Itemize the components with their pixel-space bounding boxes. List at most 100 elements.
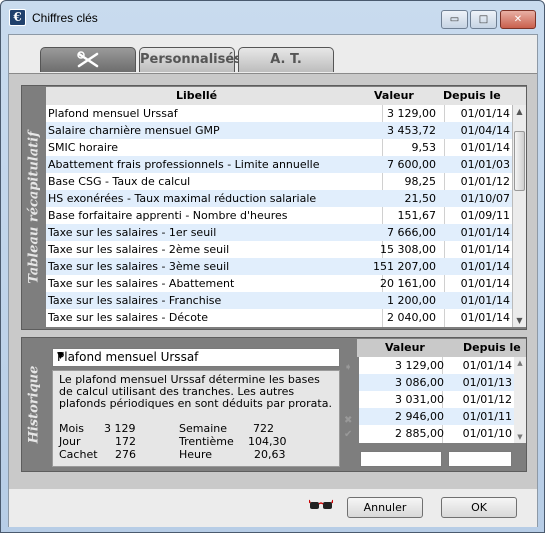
table-row[interactable]: Salaire charnière mensuel GMP 3 453,72 01/… (46, 122, 512, 139)
table-row[interactable]: Taxe sur les salaires - Franchise 1 200,0… (46, 292, 512, 309)
table-row[interactable]: HS exonérées - Taux maximal réduction sa… (46, 190, 512, 207)
cell-value: 15 308,00 (380, 243, 436, 256)
summary-table[interactable]: Plafond mensuel Urssaf 3 129,00 01/01/14 Sa… (46, 105, 512, 327)
cell-label: Taxe sur les salaires - 1er seuil (48, 226, 217, 239)
table-row[interactable]: Taxe sur les salaires - 2ème seuil 15 308… (46, 241, 512, 258)
table-row[interactable]: Taxe sur les salaires - 3ème seuil 151 20… (46, 258, 512, 275)
cell-value: 20 161,00 (380, 277, 436, 290)
cell-value: 2 040,00 (387, 311, 436, 324)
tools-icon (77, 51, 99, 68)
cell-since: 01/10/07 (460, 192, 510, 205)
cell-value: 3 031,00 (395, 393, 444, 406)
delete-icon[interactable]: ✖ (344, 415, 352, 426)
window-title: Chiffres clés (32, 11, 98, 25)
cell-value: 2 946,00 (395, 410, 444, 423)
summary-header: Libellé Valeur Depuis le (46, 87, 526, 105)
cell-value: 3 086,00 (395, 376, 444, 389)
col-header-since[interactable]: Depuis le (443, 89, 501, 102)
cell-label: Taxe sur les salaires - Décote (48, 311, 209, 324)
new-since-input[interactable] (448, 451, 512, 467)
cell-value: 3 129,00 (395, 359, 444, 372)
cell-since: 01/01/14 (460, 311, 510, 324)
scroll-up-icon[interactable]: ▲ (513, 105, 526, 118)
cell-value: 1 200,00 (387, 294, 436, 307)
cell-label: Taxe sur les salaires - 2ème seuil (48, 243, 230, 256)
col-header-value[interactable]: Valeur (374, 89, 414, 102)
cell-since: 01/09/11 (460, 209, 510, 222)
scroll-thumb[interactable] (514, 131, 525, 191)
ok-button[interactable]: OK (441, 497, 517, 518)
cell-since: 01/01/14 (460, 277, 510, 290)
stat-mois-value: 3 129 (104, 422, 136, 435)
table-row[interactable]: Taxe sur les salaires - Décote 2 040,00 01… (46, 309, 512, 326)
history-scrollbar[interactable]: ▲ ▼ (514, 357, 526, 443)
summary-section: Tableau récapitulatif Libellé Valeur Dep… (21, 85, 527, 330)
history-col-since[interactable]: Depuis le (463, 341, 521, 354)
cell-value: 7 666,00 (387, 226, 436, 239)
stat-semaine-label: Semaine (179, 422, 228, 435)
cell-since: 01/01/14 (460, 226, 510, 239)
table-row[interactable]: Plafond mensuel Urssaf 3 129,00 01/01/14 (46, 105, 512, 122)
cell-label: Abattement frais professionnels - Limite… (48, 158, 320, 171)
history-col-value[interactable]: Valeur (385, 341, 425, 354)
dialog-client: Personnalisés A. T. Tableau récapitulati… (8, 34, 538, 527)
cell-label: HS exonérées - Taux maximal réduction sa… (48, 192, 317, 205)
table-row[interactable]: Taxe sur les salaires - Abattement 20 161… (46, 275, 512, 292)
maximize-button[interactable]: □ (470, 10, 497, 29)
cell-since: 01/01/11 (462, 410, 512, 423)
new-value-input[interactable] (360, 451, 442, 467)
cell-since: 01/01/14 (460, 141, 510, 154)
table-row[interactable]: Taxe sur les salaires - 1er seuil 7 666,0… (46, 224, 512, 241)
history-row[interactable]: 3 031,00 01/01/12 (359, 391, 514, 408)
tab-personnalises[interactable]: Personnalisés (139, 47, 242, 72)
cell-label: Taxe sur les salaires - Abattement (48, 277, 235, 290)
chevron-down-icon[interactable]: ▼ (57, 351, 336, 361)
cell-label: Taxe sur les salaires - 3ème seuil (48, 260, 230, 273)
history-table[interactable]: 3 129,00 01/01/14 3 086,00 01/01/13 3 031,00… (359, 357, 514, 443)
cell-since: 01/01/14 (460, 243, 510, 256)
table-row[interactable]: SMIC horaire 9,53 01/01/14 (46, 139, 512, 156)
minimize-button[interactable]: ▭ (441, 10, 468, 29)
history-section: Historique Plafond mensuel Urssaf ▼ Le p… (21, 337, 527, 472)
cell-label: SMIC horaire (48, 141, 118, 154)
validate-icon[interactable]: ✔ (344, 429, 352, 440)
stat-trentieme-value: 104,30 (248, 435, 287, 448)
tab-panel: Tableau récapitulatif Libellé Valeur Dep… (9, 73, 537, 489)
cell-since: 01/01/14 (460, 294, 510, 307)
stat-cachet-value: 276 (115, 448, 136, 461)
cell-value: 7 600,00 (387, 158, 436, 171)
table-row[interactable]: Abattement frais professionnels - Limite… (46, 156, 512, 173)
history-row[interactable]: 3 129,00 01/01/14 (359, 357, 514, 374)
arrow-right-icon[interactable]: ➧ (344, 362, 352, 373)
tab-at[interactable]: A. T. (238, 47, 334, 72)
scroll-up-icon[interactable]: ▲ (514, 359, 526, 367)
scroll-down-icon[interactable]: ▼ (513, 314, 526, 327)
history-row[interactable]: 2 885,00 01/01/10 (359, 425, 514, 442)
stat-cachet-label: Cachet (59, 448, 98, 461)
cell-since: 01/01/12 (462, 393, 512, 406)
cell-label: Taxe sur les salaires - Franchise (48, 294, 222, 307)
summary-scrollbar[interactable]: ▲ ▼ (512, 105, 526, 327)
stat-heure-value: 20,63 (254, 448, 286, 461)
cell-label: Salaire charnière mensuel GMP (48, 124, 220, 137)
cell-since: 01/01/12 (460, 175, 510, 188)
cell-label: Base forfaitaire apprenti - Nombre d'heu… (48, 209, 288, 222)
close-button[interactable]: ✕ (500, 10, 536, 29)
stat-jour-label: Jour (59, 435, 81, 448)
table-row[interactable]: Base forfaitaire apprenti - Nombre d'heu… (46, 207, 512, 224)
scroll-down-icon[interactable]: ▼ (514, 433, 526, 441)
history-row[interactable]: 2 946,00 01/01/11 (359, 408, 514, 425)
history-description-box: Le plafond mensuel Urssaf détermine les … (52, 370, 340, 467)
col-header-label[interactable]: Libellé (176, 89, 217, 102)
cancel-button[interactable]: Annuler (347, 497, 423, 518)
cell-value: 3 453,72 (387, 124, 436, 137)
history-row[interactable]: 3 086,00 01/01/13 (359, 374, 514, 391)
table-row[interactable]: Base CSG - Taux de calcul 98,25 01/01/12 (46, 173, 512, 190)
tab-general[interactable] (40, 47, 136, 72)
cell-label: Plafond mensuel Urssaf (48, 107, 178, 120)
summary-side-label: Tableau récapitulatif (26, 131, 42, 284)
cell-since: 01/04/14 (460, 124, 510, 137)
history-select[interactable]: Plafond mensuel Urssaf ▼ (52, 348, 340, 367)
stat-mois-label: Mois (59, 422, 85, 435)
glasses-icon[interactable] (308, 499, 334, 515)
